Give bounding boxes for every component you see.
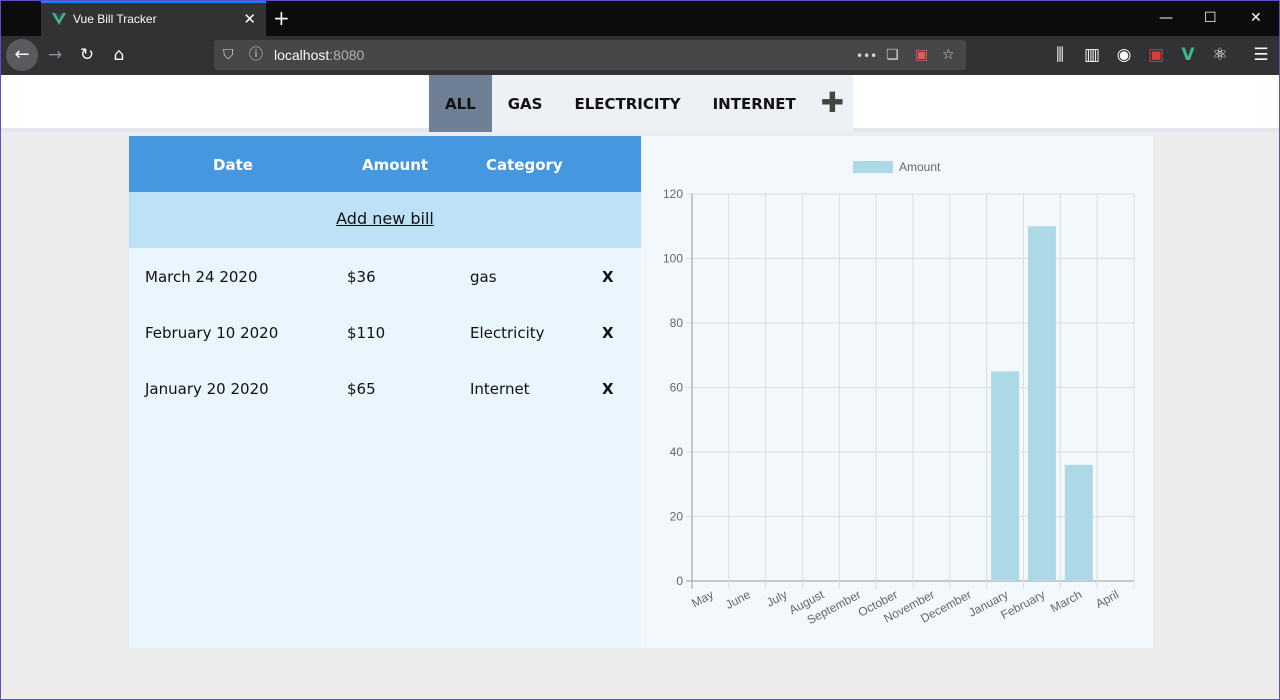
legend-swatch (853, 161, 893, 173)
url-host: localhost (274, 47, 330, 63)
minimize-icon[interactable]: — (1159, 9, 1173, 27)
tab-title: Vue Bill Tracker (73, 12, 157, 26)
bill-date: January 20 2020 (145, 380, 269, 398)
library-icon[interactable]: ⫼ (1050, 45, 1070, 65)
vue-devtools-icon[interactable]: V (1178, 45, 1198, 65)
window-close-icon[interactable]: ✕ (1250, 9, 1262, 27)
react-devtools-icon[interactable]: ⚛ (1210, 45, 1230, 65)
table-row: February 10 2020 $110 Electricity X (129, 304, 641, 360)
delete-bill-button[interactable]: X (602, 380, 614, 398)
close-tab-icon[interactable]: ✕ (243, 10, 256, 28)
legend-label: Amount (899, 160, 941, 174)
add-new-bill-link[interactable]: Add new bill (129, 209, 641, 228)
delete-bill-button[interactable]: X (602, 268, 614, 286)
shield-icon[interactable]: ⛉ (223, 46, 234, 64)
home-icon[interactable]: ⌂ (109, 45, 129, 65)
app-root: ALL GAS ELECTRICITY INTERNET ✚ Date Amou… (1, 75, 1279, 699)
bill-date: March 24 2020 (145, 268, 258, 286)
category-nav: ALL GAS ELECTRICITY INTERNET ✚ (429, 75, 853, 132)
bar-chart-svg: 020406080100120May June JulyAugustSeptembe… (663, 160, 1135, 627)
y-tick-label: 20 (670, 510, 684, 524)
tab-internet[interactable]: INTERNET (697, 75, 812, 132)
add-category-icon[interactable]: ✚ (812, 75, 853, 132)
pdf-icon[interactable]: ▣ (1146, 45, 1166, 65)
account-icon[interactable]: ◉ (1114, 45, 1134, 65)
browser-window: Vue Bill Tracker ✕ + — ☐ ✕ ← → ↻ ⌂ ⛉ ⓘ l… (0, 0, 1280, 700)
y-tick-label: 0 (676, 574, 683, 588)
y-tick-label: 60 (670, 381, 684, 395)
amount-chart: 0 20 40 60 80 100 120 May June July August Septembe… (641, 136, 1153, 648)
maximize-icon[interactable]: ☐ (1204, 9, 1217, 27)
table-header: Date Amount Category (129, 136, 641, 192)
y-tick-label: 120 (663, 187, 683, 201)
url-text[interactable]: localhost:8080 (274, 47, 364, 63)
bill-amount: $36 (347, 268, 376, 286)
tab-all[interactable]: ALL (429, 75, 492, 132)
bill-category: gas (470, 268, 497, 286)
bar (1027, 226, 1056, 581)
reload-icon[interactable]: ↻ (77, 45, 97, 65)
bill-date: February 10 2020 (145, 324, 279, 342)
amount-column-header: Amount (362, 156, 429, 174)
bar (1064, 464, 1093, 581)
table-row: March 24 2020 $36 gas X (129, 248, 641, 304)
bar (991, 371, 1020, 581)
x-tick-label: March (1048, 587, 1084, 615)
url-port: :8080 (329, 47, 365, 63)
delete-bill-button[interactable]: X (602, 324, 614, 342)
site-info-icon[interactable]: ⓘ (249, 46, 263, 64)
bills-table: Date Amount Category Add new bill March … (129, 136, 641, 648)
vue-logo-icon (52, 13, 66, 25)
forward-icon[interactable]: → (45, 45, 65, 65)
bill-category: Internet (470, 380, 530, 398)
x-tick-label: June (723, 587, 753, 612)
bill-category: Electricity (470, 324, 545, 342)
date-column-header: Date (213, 156, 253, 174)
y-tick-label: 100 (663, 252, 683, 266)
table-row: January 20 2020 $65 Internet X (129, 360, 641, 416)
back-icon[interactable]: ← (6, 39, 38, 71)
y-tick-label: 40 (670, 445, 684, 459)
x-tick-label: May (689, 587, 716, 610)
bill-amount: $110 (347, 324, 386, 342)
pocket-icon[interactable]: ❏ (886, 46, 899, 64)
y-tick-label: 80 (670, 316, 684, 330)
browser-tab[interactable]: Vue Bill Tracker ✕ (41, 1, 266, 36)
extension-icon[interactable]: ▣ (915, 46, 928, 64)
new-tab-icon[interactable]: + (273, 7, 290, 29)
page-actions-icon[interactable]: ••• (856, 47, 877, 65)
tab-bar: Vue Bill Tracker ✕ + — ☐ ✕ (1, 1, 1279, 36)
address-bar[interactable]: ⛉ ⓘ localhost:8080 ••• ❏ ▣ ☆ (214, 40, 966, 70)
navigation-toolbar: ← → ↻ ⌂ ⛉ ⓘ localhost:8080 ••• ❏ ▣ ☆ ⫼ ▥… (1, 36, 1279, 75)
menu-icon[interactable]: ☰ (1251, 45, 1271, 65)
x-tick-label: April (1093, 587, 1121, 611)
bookmark-star-icon[interactable]: ☆ (942, 46, 955, 64)
app-header: ALL GAS ELECTRICITY INTERNET ✚ (1, 75, 1279, 132)
category-column-header: Category (486, 156, 563, 174)
add-bill-row: Add new bill (129, 192, 641, 248)
sidebar-icon[interactable]: ▥ (1082, 45, 1102, 65)
bill-amount: $65 (347, 380, 376, 398)
tab-gas[interactable]: GAS (492, 75, 559, 132)
x-tick-label: July (764, 587, 789, 609)
tab-electricity[interactable]: ELECTRICITY (558, 75, 696, 132)
